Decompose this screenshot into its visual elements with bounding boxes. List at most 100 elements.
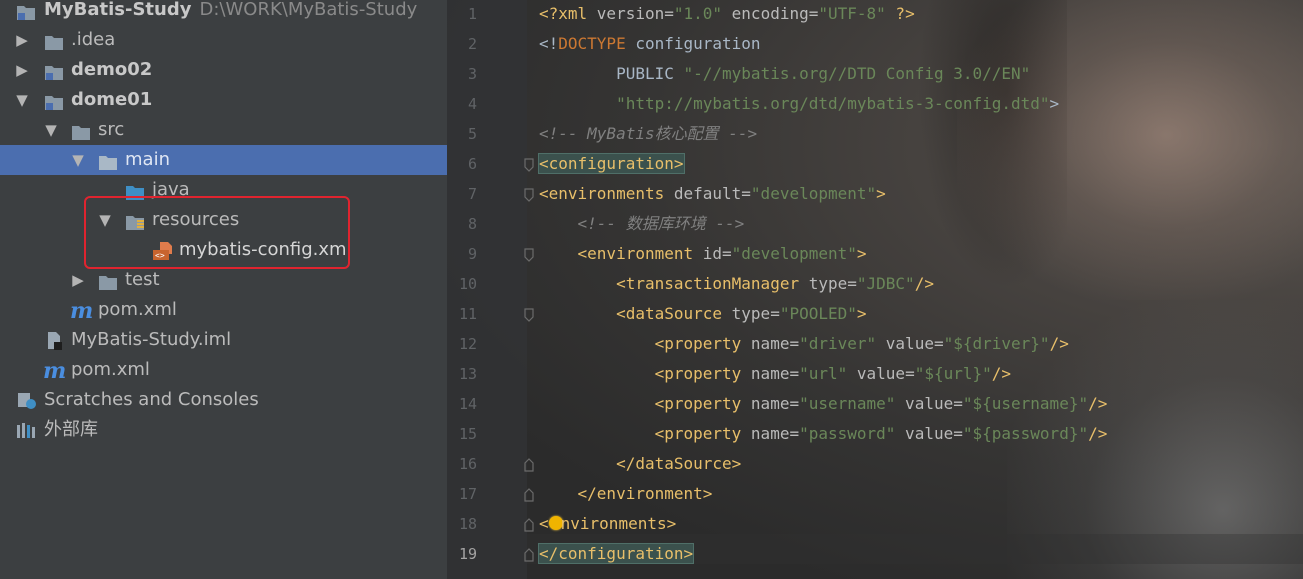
line-number: 1 <box>467 5 477 23</box>
code-token: nvironments> <box>560 514 677 533</box>
collapse-arrow-icon[interactable]: ▼ <box>14 85 30 115</box>
tree-item-iml[interactable]: MyBatis-Study.iml <box>0 325 447 355</box>
fold-marker-icon[interactable] <box>524 547 534 562</box>
line-number: 11 <box>458 305 477 323</box>
code-token: "POOLED" <box>779 304 857 323</box>
folder-icon <box>71 121 91 140</box>
folder-icon <box>98 151 118 170</box>
folder-icon <box>44 31 64 50</box>
code-token: name= <box>750 364 800 383</box>
code-line[interactable]: <property name="username" value="${usern… <box>539 389 1108 419</box>
line-number: 10 <box>458 275 477 293</box>
expand-arrow-icon[interactable]: ▶ <box>14 55 30 85</box>
annotation-highlight-box <box>84 196 350 269</box>
code-line[interactable]: </configuration> <box>537 539 695 569</box>
line-number: 18 <box>458 515 477 533</box>
code-line[interactable]: </environment> <box>539 479 713 509</box>
code-token: id= <box>702 244 732 263</box>
tree-item-demo02[interactable]: ▶ demo02 <box>0 55 447 85</box>
code-token: "UTF-8" <box>818 4 886 23</box>
library-icon <box>16 421 36 439</box>
code-line[interactable]: <!DOCTYPE configuration <box>539 29 761 59</box>
tree-root-row[interactable]: MyBatis-Study D:\WORK\MyBatis-Study <box>0 0 447 25</box>
fold-marker-icon[interactable] <box>524 307 534 322</box>
code-line[interactable]: <!-- 数据库环境 --> <box>539 209 745 239</box>
line-number: 6 <box>467 155 477 173</box>
code-line[interactable]: <transactionManager type="JDBC"/> <box>539 269 934 299</box>
code-token: "username" <box>799 394 896 413</box>
code-token: "development" <box>750 184 877 203</box>
code-token: <environment <box>539 244 703 263</box>
code-line[interactable]: <configuration> <box>538 149 685 179</box>
code-token: > <box>856 304 867 323</box>
code-token: > <box>856 244 867 263</box>
tree-item-external-libraries[interactable]: 外部库 <box>0 415 447 445</box>
code-line[interactable]: <!-- MyBatis核心配置 --> <box>539 119 757 149</box>
tree-item-label: .idea <box>71 29 116 50</box>
tree-item-dome01[interactable]: ▼ dome01 <box>0 85 447 115</box>
code-token: "-//mybatis.org//DTD Config 3.0//EN" <box>683 64 1031 83</box>
expand-arrow-icon[interactable]: ▶ <box>14 25 30 55</box>
collapse-arrow-icon[interactable]: ▼ <box>43 115 59 145</box>
tree-item-root-pom[interactable]: m pom.xml <box>0 355 447 385</box>
tree-item-label: 外部库 <box>44 419 98 440</box>
code-token: "${username}" <box>962 394 1089 413</box>
code-token: <!-- 数据库环境 --> <box>539 214 745 233</box>
code-token: "1.0" <box>673 4 723 23</box>
fold-marker-icon[interactable] <box>524 157 534 172</box>
code-line[interactable]: < nvironments> <box>539 509 676 539</box>
tree-item-label: dome01 <box>71 89 153 110</box>
tree-item-label: pom.xml <box>98 299 177 320</box>
code-line[interactable]: </dataSource> <box>539 449 741 479</box>
code-token: </dataSource> <box>539 454 742 473</box>
project-path: D:\WORK\MyBatis-Study <box>199 0 418 20</box>
code-token: </environment> <box>539 484 713 503</box>
line-number: 2 <box>467 35 477 53</box>
code-line[interactable]: "http://mybatis.org/dtd/mybatis-3-config… <box>539 89 1059 119</box>
code-line[interactable]: <property name="password" value="${passw… <box>539 419 1108 449</box>
code-editor[interactable]: 1 <?xml version="1.0" encoding="UTF-8" ?>… <box>447 0 1303 579</box>
code-token: "password" <box>799 424 896 443</box>
fold-marker-icon[interactable] <box>524 187 534 202</box>
code-token: "JDBC" <box>856 274 915 293</box>
tree-item-label: Scratches and Consoles <box>44 389 259 410</box>
code-token: /> <box>1088 424 1108 443</box>
expand-arrow-icon[interactable]: ▶ <box>70 265 86 295</box>
code-line[interactable]: PUBLIC "-//mybatis.org//DTD Config 3.0//… <box>539 59 1030 89</box>
code-line[interactable]: <environments default="development"> <box>539 179 886 209</box>
code-token: value= <box>876 334 944 353</box>
tree-item-scratches[interactable]: Scratches and Consoles <box>0 385 447 415</box>
tree-item-main[interactable]: ▼ main <box>0 145 447 175</box>
code-token: "http://mybatis.org/dtd/mybatis-3-config… <box>539 94 1050 113</box>
code-token: "${url}" <box>914 364 992 383</box>
fold-marker-icon[interactable] <box>524 247 534 262</box>
code-token: <property <box>539 394 751 413</box>
code-token: </configuration> <box>537 543 695 564</box>
line-number: 12 <box>458 335 477 353</box>
collapse-arrow-icon[interactable]: ▼ <box>70 145 86 175</box>
code-token: <dataSource <box>539 304 732 323</box>
code-token: value= <box>847 364 915 383</box>
tree-item-idea[interactable]: ▶ .idea <box>0 25 447 55</box>
code-line[interactable]: <property name="url" value="${url}"/> <box>539 359 1011 389</box>
code-line[interactable]: <?xml version="1.0" encoding="UTF-8" ?> <box>539 0 915 29</box>
fold-marker-icon[interactable] <box>524 517 534 532</box>
line-number: 17 <box>458 485 477 503</box>
code-token: type= <box>731 304 780 323</box>
code-line[interactable]: <environment id="development"> <box>539 239 867 269</box>
fold-marker-icon[interactable] <box>524 487 534 502</box>
tree-item-module-pom[interactable]: m pom.xml <box>0 295 447 325</box>
module-folder-icon <box>44 91 64 110</box>
fold-marker-icon[interactable] <box>524 457 534 472</box>
line-number: 14 <box>458 395 477 413</box>
code-token: "${password}" <box>962 424 1089 443</box>
line-number: 9 <box>467 245 477 263</box>
tree-item-label: MyBatis-Study.iml <box>71 329 232 350</box>
tree-item-label: pom.xml <box>71 359 150 380</box>
code-token: default= <box>673 184 751 203</box>
tree-item-src[interactable]: ▼ src <box>0 115 447 145</box>
code-line[interactable]: <dataSource type="POOLED"> <box>539 299 867 329</box>
tree-item-test[interactable]: ▶ test <box>0 265 447 295</box>
code-line[interactable]: <property name="driver" value="${driver}… <box>539 329 1069 359</box>
code-token: "url" <box>799 364 848 383</box>
